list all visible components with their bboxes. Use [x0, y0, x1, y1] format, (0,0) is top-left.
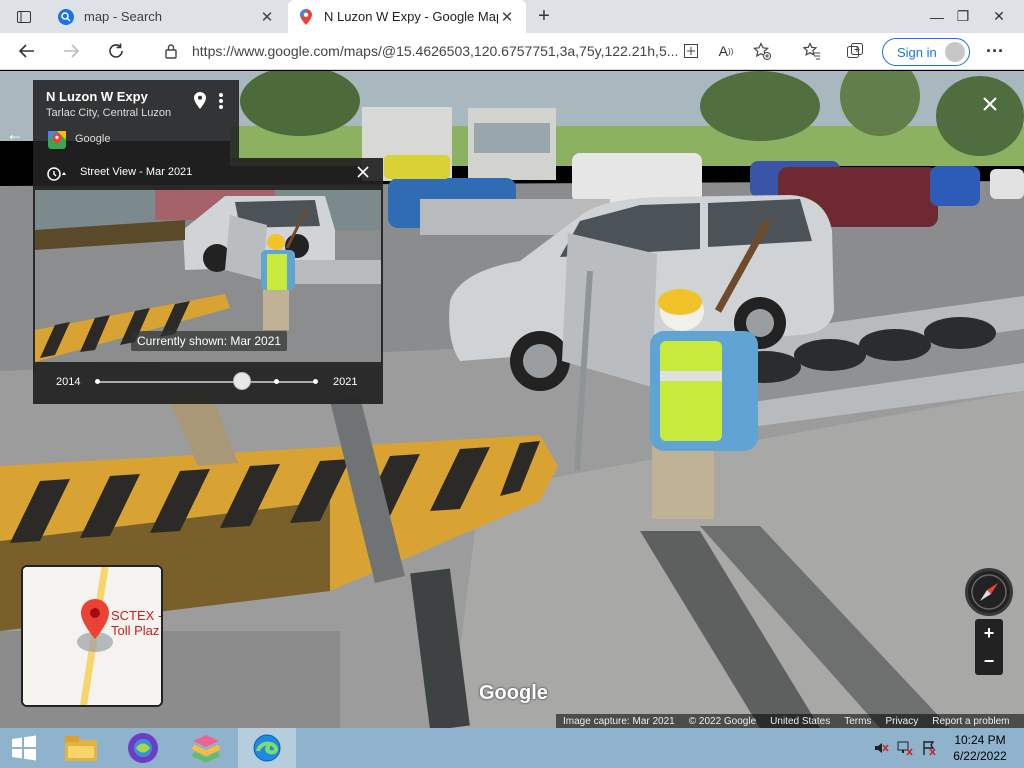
timeline-tick[interactable] — [95, 379, 100, 384]
timeline-slider-handle[interactable] — [233, 372, 252, 390]
url-text: https://www.google.com/maps/@15.4626503,… — [192, 43, 679, 59]
place-info-card: N Luzon W Expy Tarlac City, Central Luzo… — [33, 80, 239, 158]
search-icon — [58, 8, 74, 25]
clock-date: 6/22/2022 — [953, 749, 1007, 763]
volume-muted-icon[interactable] — [872, 728, 890, 768]
time-machine-panel: Street View - Mar 2021 Currently shown: … — [33, 158, 383, 404]
tab-strip: map - Search ✕ N Luzon W Expy - Google M… — [0, 0, 1024, 33]
timeline-end-year: 2021 — [333, 376, 358, 388]
clock-time: 10:24 PM — [954, 733, 1006, 747]
bluestacks-icon[interactable] — [178, 728, 234, 768]
zoom-in-button[interactable]: + — [975, 619, 1003, 647]
more-options-icon[interactable]: ··· — [980, 36, 1010, 66]
favorites-icon[interactable] — [797, 36, 827, 66]
place-subtitle: Tarlac City, Central Luzon — [46, 107, 172, 119]
add-favorite-icon[interactable] — [747, 36, 777, 66]
close-tab-icon[interactable]: ✕ — [498, 8, 516, 26]
system-clock[interactable]: 10:24 PM 6/22/2022 — [940, 732, 1020, 764]
restore-icon[interactable]: ❐ — [950, 0, 976, 33]
back-arrow-icon[interactable] — [12, 36, 42, 66]
sign-in-button[interactable]: Sign in — [882, 38, 970, 66]
tab-title: N Luzon W Expy - Google Maps — [324, 9, 498, 24]
currently-shown-caption: Currently shown: Mar 2021 — [131, 331, 288, 351]
taskbar: 10:24 PM 6/22/2022 — [0, 728, 1024, 768]
app-icon[interactable] — [118, 728, 168, 768]
zoom-controls: + − — [975, 619, 1003, 675]
file-explorer-icon[interactable] — [56, 728, 106, 768]
google-watermark: Google — [479, 682, 548, 704]
timeline-tick[interactable] — [274, 379, 279, 384]
lock-icon[interactable] — [156, 36, 186, 66]
address-input[interactable]: https://www.google.com/maps/@15.4626503,… — [192, 36, 712, 66]
start-icon[interactable] — [0, 728, 48, 768]
timeline-tick[interactable] — [313, 379, 318, 384]
sign-in-label: Sign in — [897, 44, 937, 60]
network-icon[interactable] — [896, 728, 914, 768]
address-toolbar: https://www.google.com/maps/@15.4626503,… — [0, 33, 1024, 70]
mini-map-label: SCTEX - Toll Plaz — [111, 608, 163, 638]
close-time-machine-icon[interactable] — [355, 164, 375, 184]
region-link[interactable]: United States — [763, 716, 837, 727]
mini-map[interactable]: SCTEX - Toll Plaz — [21, 565, 163, 707]
collections-icon[interactable] — [840, 36, 870, 66]
google-maps-icon — [298, 8, 314, 25]
notification-flag-icon[interactable] — [920, 728, 938, 768]
time-machine-header[interactable]: Street View - Mar 2021 — [33, 158, 383, 188]
app-available-icon[interactable] — [676, 36, 706, 66]
more-vert-icon[interactable] — [218, 92, 224, 113]
refresh-icon[interactable] — [101, 36, 131, 66]
minimize-icon[interactable]: — — [924, 0, 950, 33]
read-aloud-icon[interactable]: A)) — [711, 36, 741, 66]
tab-title: map - Search — [84, 9, 163, 24]
image-capture-text: Image capture: Mar 2021 — [563, 715, 675, 727]
terms-link[interactable]: Terms — [837, 716, 878, 727]
map-footer: Image capture: Mar 2021 © 2022 Google Un… — [556, 714, 1024, 728]
timeline-start-year: 2014 — [56, 376, 81, 388]
google-maps-logo-icon — [48, 131, 66, 149]
back-arrow-icon[interactable]: ← — [0, 118, 30, 150]
history-icon — [45, 166, 67, 185]
time-machine-title: Street View - Mar 2021 — [80, 166, 193, 178]
tab-google-maps[interactable]: N Luzon W Expy - Google Maps ✕ — [288, 0, 526, 33]
edge-icon[interactable] — [238, 728, 296, 768]
provider-label: Google — [75, 133, 111, 145]
privacy-link[interactable]: Privacy — [878, 716, 925, 727]
new-tab-icon[interactable]: + — [530, 0, 558, 33]
tab-search[interactable]: map - Search ✕ — [48, 0, 286, 33]
close-street-view-icon[interactable] — [976, 90, 1004, 118]
window-close-icon[interactable]: ✕ — [984, 0, 1014, 33]
zoom-out-button[interactable]: − — [975, 647, 1003, 675]
place-title: N Luzon W Expy — [46, 89, 148, 104]
timeline-slider-track[interactable] — [97, 381, 317, 383]
report-problem-link[interactable]: Report a problem — [925, 716, 1016, 727]
tab-actions-icon[interactable] — [10, 0, 38, 33]
location-pin-icon[interactable] — [194, 92, 206, 113]
forward-arrow-icon[interactable] — [56, 36, 86, 66]
copyright-text: © 2022 Google — [688, 715, 757, 727]
compass-icon[interactable] — [965, 568, 1013, 616]
avatar-icon — [945, 42, 965, 62]
close-tab-icon[interactable]: ✕ — [258, 8, 276, 26]
